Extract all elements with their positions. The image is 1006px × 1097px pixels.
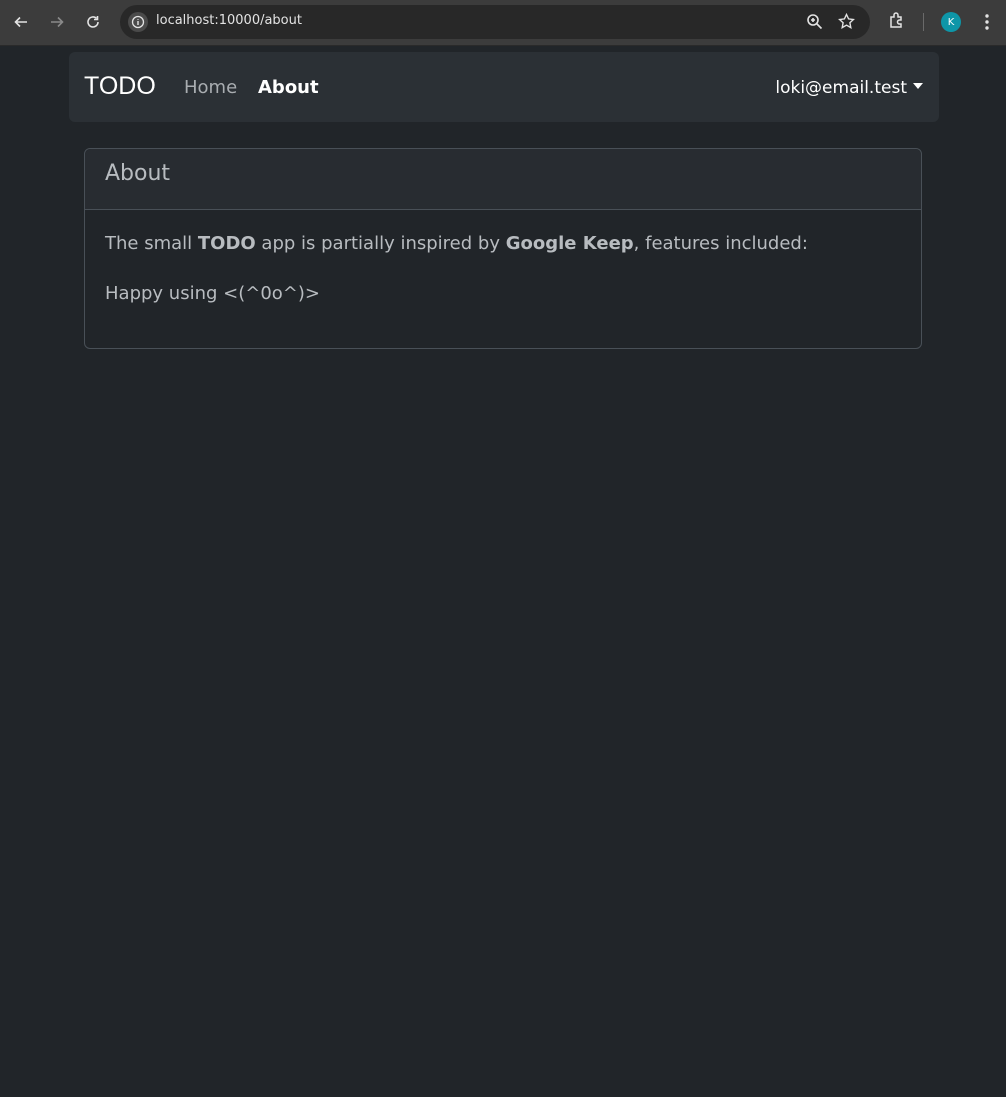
description-middle: app is partially inspired by <box>255 233 506 254</box>
happy-message: Happy using <(^0o^)> <box>105 283 320 304</box>
navbar: TODO Home About loki@email.test <box>69 52 939 122</box>
brand-link[interactable]: TODO <box>84 72 156 101</box>
arrow-right-icon <box>51 16 64 28</box>
reload-icon <box>87 16 99 28</box>
nav-link-home[interactable]: Home <box>184 77 237 98</box>
description-suffix: , features included: <box>633 233 808 254</box>
forward-button[interactable] <box>44 9 70 35</box>
toolbar-divider <box>923 13 924 31</box>
address-bar[interactable]: localhost:10000/about <box>120 5 870 39</box>
card-header: About <box>85 149 921 210</box>
caret-down-icon[interactable] <box>913 83 923 89</box>
bookmark-star-icon[interactable] <box>838 12 855 34</box>
inspiration-name: Google Keep <box>505 233 634 254</box>
description-prefix: The small <box>105 233 198 254</box>
user-email[interactable]: loki@email.test <box>775 78 907 98</box>
app-name: TODO <box>197 233 256 254</box>
url-text[interactable]: localhost:10000/about <box>156 13 302 28</box>
about-description: The small TODO app is partially inspired… <box>105 232 901 256</box>
browser-toolbar: localhost:10000/about K <box>0 0 1006 46</box>
kebab-menu-icon[interactable] <box>978 12 996 36</box>
extensions-icon[interactable] <box>887 11 907 35</box>
user-dropdown[interactable]: loki@email.test <box>775 78 923 98</box>
about-card: About The small TODO app is partially in… <box>84 148 922 349</box>
arrow-left-icon <box>14 16 27 28</box>
back-button[interactable] <box>8 9 34 35</box>
nav-link-about[interactable]: About <box>258 77 319 98</box>
zoom-icon[interactable] <box>806 13 823 34</box>
card-body: The small TODO app is partially inspired… <box>85 210 921 354</box>
profile-avatar[interactable]: K <box>941 12 961 32</box>
reload-button[interactable] <box>80 9 106 35</box>
site-info-icon[interactable] <box>128 12 148 32</box>
